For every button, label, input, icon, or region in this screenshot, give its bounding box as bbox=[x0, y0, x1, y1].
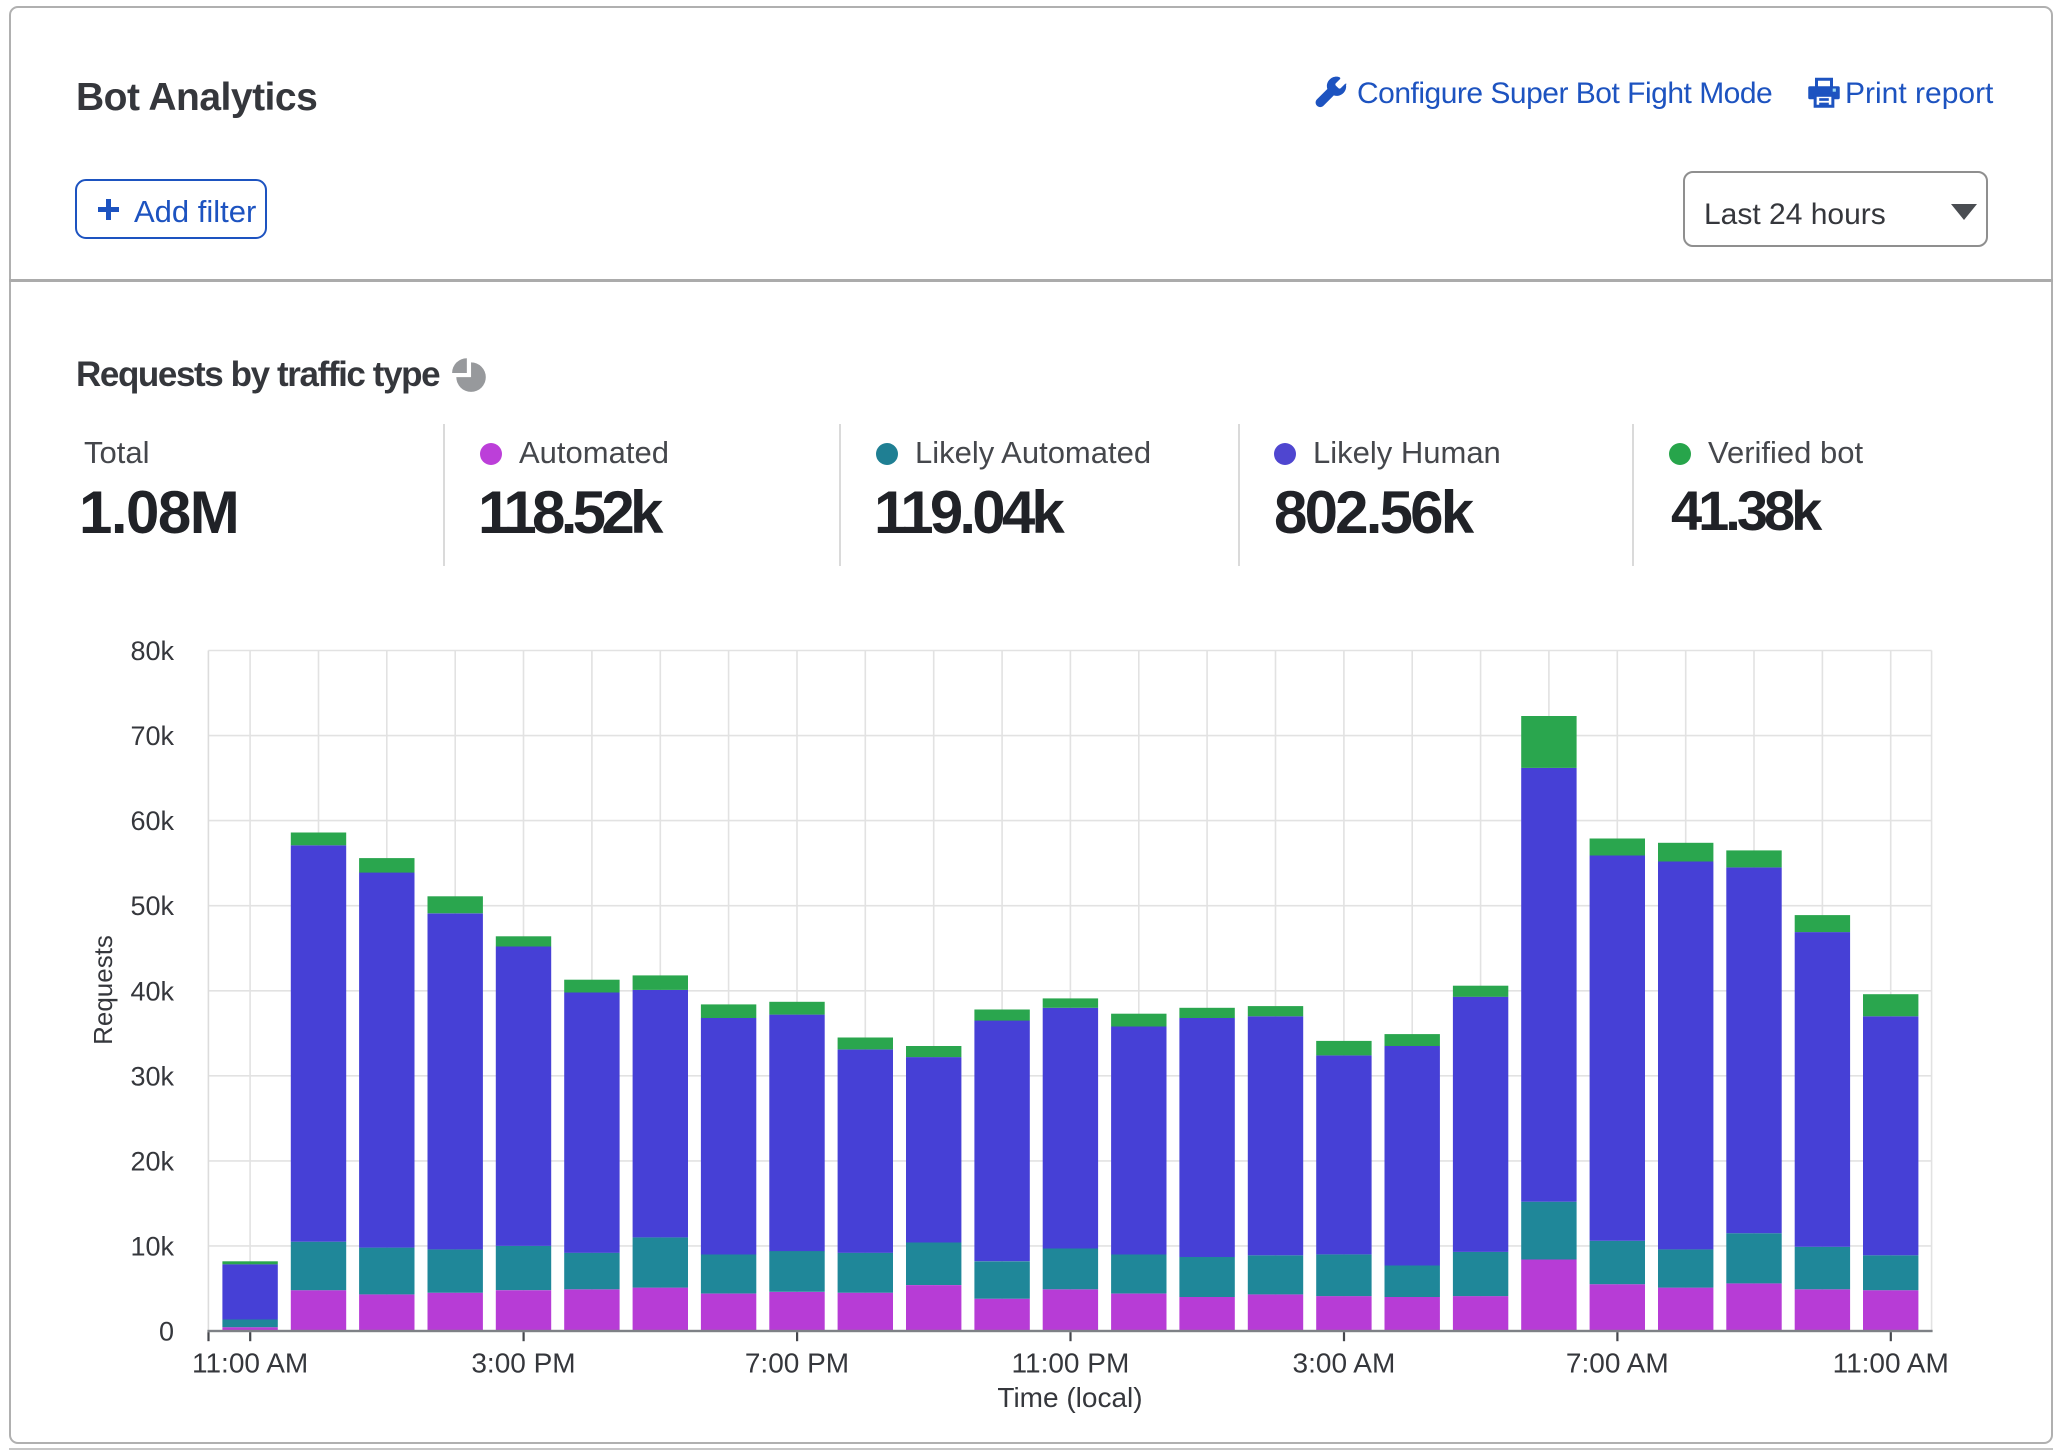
svg-text:Requests: Requests bbox=[88, 935, 118, 1045]
svg-text:11:00 PM: 11:00 PM bbox=[1012, 1348, 1130, 1379]
svg-text:11:00 AM: 11:00 AM bbox=[192, 1348, 308, 1379]
svg-text:60k: 60k bbox=[130, 806, 174, 836]
svg-text:80k: 80k bbox=[130, 636, 174, 666]
svg-text:7:00 PM: 7:00 PM bbox=[745, 1348, 849, 1379]
svg-text:20k: 20k bbox=[130, 1146, 174, 1176]
svg-text:70k: 70k bbox=[130, 721, 174, 751]
svg-text:3:00 AM: 3:00 AM bbox=[1293, 1348, 1396, 1379]
svg-text:10k: 10k bbox=[130, 1231, 174, 1261]
svg-text:30k: 30k bbox=[130, 1061, 174, 1091]
svg-text:50k: 50k bbox=[130, 891, 174, 921]
svg-text:0: 0 bbox=[159, 1317, 174, 1347]
svg-text:7:00 AM: 7:00 AM bbox=[1566, 1348, 1669, 1379]
svg-text:3:00 PM: 3:00 PM bbox=[471, 1348, 575, 1379]
svg-text:11:00 AM: 11:00 AM bbox=[1833, 1348, 1949, 1379]
svg-text:40k: 40k bbox=[130, 976, 174, 1006]
svg-text:Time (local): Time (local) bbox=[997, 1382, 1142, 1413]
